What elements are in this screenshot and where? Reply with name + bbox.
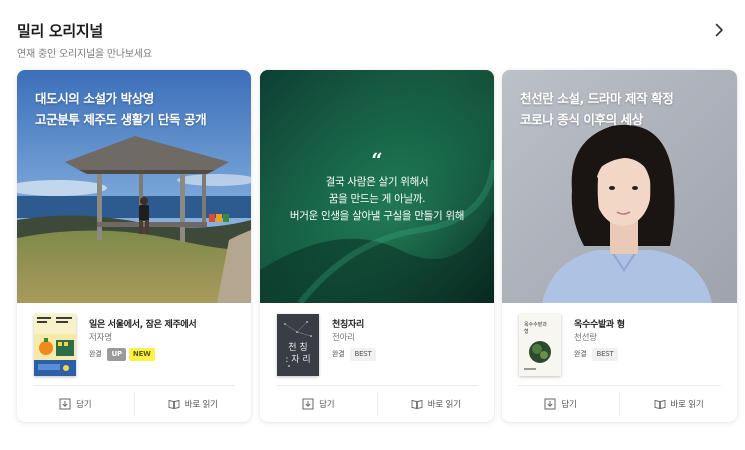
status-badge-best: BEST (592, 348, 618, 361)
original-card[interactable]: “ 결국 사람은 살기 위해서 꿈을 만드는 게 아닐까. 버거운 인생을 살아… (260, 70, 494, 422)
chevron-right-icon[interactable] (711, 22, 727, 38)
save-label: 담기 (319, 400, 335, 410)
quote-mark: “ (371, 148, 383, 172)
book-info: 일은 서울에서, 잠은 제주에서 저자명 완결 UP NEW 담기 바로 읽기 (17, 303, 251, 422)
save-label: 담기 (76, 400, 92, 410)
status-badge-new: NEW (128, 348, 155, 361)
status-badge-complete: 완결 (332, 350, 345, 358)
book-author: 전아리 (332, 333, 355, 343)
save-button[interactable]: 담기 (17, 386, 134, 422)
book-cover[interactable]: 천 칭 : 자 리 (277, 314, 319, 376)
original-card[interactable]: 대도시의 소설가 박상영 고군분투 제주도 생활기 단독 공개 일은 서울에서,… (17, 70, 251, 422)
save-label: 담기 (561, 400, 577, 410)
book-author: 저자명 (89, 333, 112, 343)
section-subtitle: 연재 중인 오리지널을 만나보세요 (17, 49, 152, 60)
book-cover[interactable] (34, 314, 76, 376)
status-badge-complete: 완결 (89, 350, 102, 358)
read-now-label: 바로 읽기 (184, 400, 218, 410)
book-author: 천선랑 (574, 333, 597, 343)
headline-line: 코로나 종식 이후의 세상 (520, 112, 643, 127)
download-icon (302, 398, 314, 410)
read-now-button[interactable]: 바로 읽기 (376, 392, 495, 416)
card-hero-image[interactable]: 천선란 소설, 드라마 제작 확정 코로나 종식 이후의 세상 (502, 70, 737, 303)
card-actions: 담기 바로 읽기 (17, 386, 251, 422)
quote-line: 결국 사람은 살기 위해서 (325, 176, 429, 188)
download-icon (544, 398, 556, 410)
read-now-button[interactable]: 바로 읽기 (619, 392, 737, 416)
book-title[interactable]: 천칭자리 (332, 317, 364, 330)
original-card[interactable]: 천선란 소설, 드라마 제작 확정 코로나 종식 이후의 세상 옥수수밭과 형 … (502, 70, 737, 422)
card-hero-image[interactable]: “ 결국 사람은 살기 위해서 꿈을 만드는 게 아닐까. 버거운 인생을 살아… (260, 70, 494, 303)
book-info: 옥수수밭과 형 옥수수밭과 형 천선랑 완결 BEST 담기 바로 읽기 (502, 303, 737, 422)
book-title[interactable]: 옥수수밭과 형 (574, 317, 625, 330)
save-button[interactable]: 담기 (260, 386, 377, 422)
book-open-icon (168, 399, 180, 410)
download-icon (59, 398, 71, 410)
badge-group: 완결 BEST (332, 348, 376, 361)
save-button[interactable]: 담기 (502, 386, 619, 422)
status-badge-up: UP (107, 348, 126, 361)
card-carousel: 대도시의 소설가 박상영 고군분투 제주도 생활기 단독 공개 일은 서울에서,… (17, 70, 737, 422)
badge-group: 완결 UP NEW (89, 348, 155, 361)
section-header: 밀리 오리지널 연재 중인 오리지널을 만나보세요 (17, 20, 729, 60)
status-badge-complete: 완결 (574, 350, 587, 358)
book-open-icon (654, 399, 665, 410)
read-now-label: 바로 읽기 (427, 400, 461, 410)
cover-title-part: 형 (524, 328, 529, 335)
read-now-button[interactable]: 바로 읽기 (133, 392, 252, 416)
card-quote: 결국 사람은 살기 위해서 꿈을 만드는 게 아닐까. 버거운 인생을 살아낼 … (260, 174, 494, 225)
card-actions: 담기 바로 읽기 (502, 386, 737, 422)
book-open-icon (411, 399, 423, 410)
quote-line: 버거운 인생을 살아낼 구실을 만들기 위해 (289, 210, 465, 222)
book-title[interactable]: 일은 서울에서, 잠은 제주에서 (89, 317, 197, 330)
card-hero-image[interactable]: 대도시의 소설가 박상영 고군분투 제주도 생활기 단독 공개 (17, 70, 251, 303)
section-title: 밀리 오리지널 (17, 22, 103, 40)
cover-title-part: : 자 리 (285, 354, 310, 365)
book-cover[interactable]: 옥수수밭과 형 (519, 314, 561, 376)
card-headline: 천선란 소설, 드라마 제작 확정 코로나 종식 이후의 세상 (520, 88, 674, 130)
status-badge-best: BEST (350, 348, 376, 361)
card-headline: 대도시의 소설가 박상영 고군분투 제주도 생활기 단독 공개 (35, 88, 207, 130)
quote-line: 꿈을 만드는 게 아닐까. (328, 193, 426, 205)
headline-line: 천선란 소설, 드라마 제작 확정 (520, 91, 674, 106)
card-actions: 담기 바로 읽기 (260, 386, 494, 422)
headline-line: 대도시의 소설가 박상영 (35, 91, 154, 106)
cover-title-part: 옥수수밭과 (524, 321, 547, 328)
headline-line: 고군분투 제주도 생활기 단독 공개 (35, 112, 207, 127)
cover-title-part: 천 칭 (288, 342, 307, 353)
read-now-label: 바로 읽기 (670, 400, 704, 410)
badge-group: 완결 BEST (574, 348, 618, 361)
book-info: 천 칭 : 자 리 천칭자리 전아리 완결 BEST 담기 바로 읽기 (260, 303, 494, 422)
